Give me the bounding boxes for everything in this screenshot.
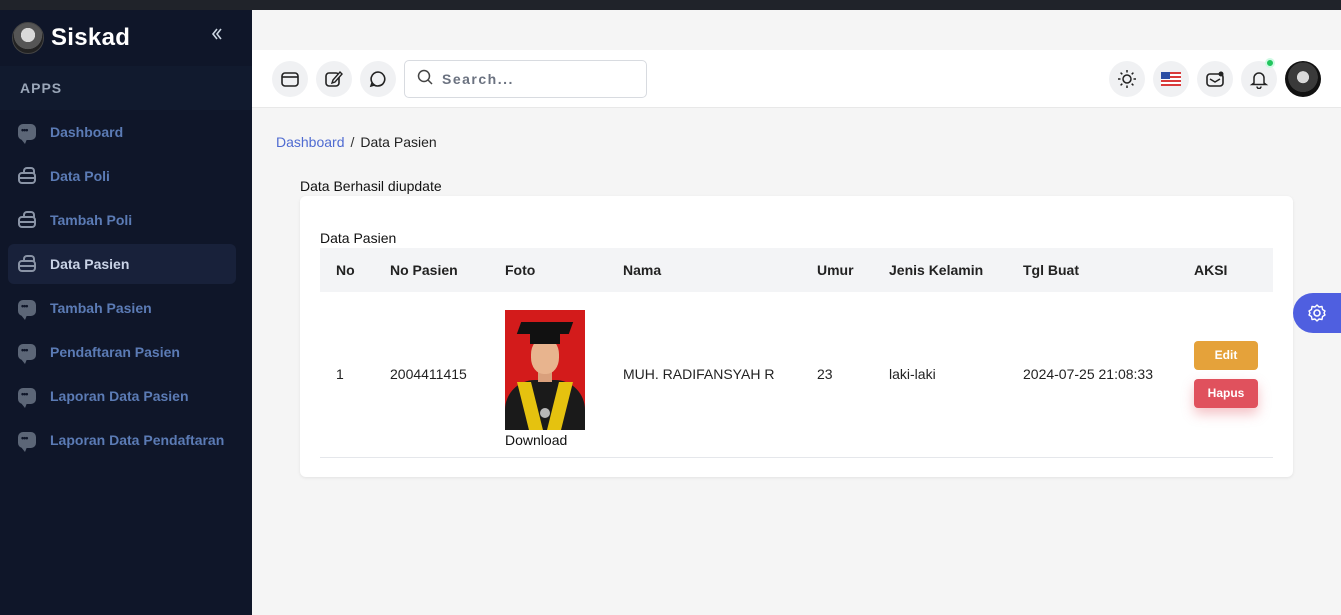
- sidebar-item-tambah-pasien[interactable]: Tambah Pasien: [8, 288, 236, 328]
- chat-icon: [18, 300, 36, 320]
- top-header: [252, 50, 1341, 108]
- sidebar-item-label: Data Pasien: [50, 256, 130, 272]
- settings-icon[interactable]: [1293, 293, 1341, 333]
- bell-icon[interactable]: [1241, 58, 1277, 97]
- shopping-bag-icon: [18, 167, 36, 184]
- table-row: 1 2004411415 Download MUH. RADIFANSYAH R…: [320, 292, 1273, 457]
- column-header: Nama: [623, 262, 662, 278]
- chat-icon: [18, 124, 36, 144]
- delete-button[interactable]: Hapus: [1194, 378, 1258, 408]
- column-header: Jenis Kelamin: [889, 262, 984, 278]
- download-photo-link[interactable]: Download: [505, 432, 607, 448]
- breadcrumb-separator: /: [350, 134, 355, 150]
- brand-logo: [12, 22, 44, 54]
- chat-icon: [18, 388, 36, 408]
- apps-section-label: APPS: [20, 80, 63, 96]
- brand[interactable]: Siskad: [12, 22, 130, 54]
- search-box[interactable]: [404, 60, 647, 98]
- window-top-strip: [0, 0, 1341, 10]
- edit-icon[interactable]: [316, 61, 352, 97]
- chevrons-left-icon[interactable]: [210, 26, 224, 46]
- breadcrumb-link-dashboard[interactable]: Dashboard: [276, 134, 345, 150]
- cell-no: 1: [336, 366, 344, 383]
- patient-table: No No Pasien Foto Nama Umur Jenis Kelami…: [320, 248, 1273, 458]
- sidebar-item-dashboard[interactable]: Dashboard: [8, 112, 236, 152]
- sidebar-item-data-poli[interactable]: Data Poli: [8, 156, 236, 196]
- notification-dot: [1265, 58, 1275, 68]
- sidebar: Siskad APPS Dashboard Data Poli Tambah P…: [0, 10, 252, 615]
- sidebar-item-label: Data Poli: [50, 168, 110, 184]
- cell-nama: MUH. RADIFANSYAH R: [623, 366, 775, 383]
- sidebar-item-pendaftaran-pasien[interactable]: Pendaftaran Pasien: [8, 332, 236, 372]
- column-header: AKSI: [1194, 262, 1228, 278]
- cell-foto: Download: [489, 292, 607, 457]
- breadcrumb-current: Data Pasien: [360, 134, 437, 150]
- calendar-icon[interactable]: [272, 61, 308, 97]
- sidebar-menu: Dashboard Data Poli Tambah Poli Data Pas…: [8, 112, 236, 464]
- brand-name: Siskad: [51, 24, 131, 51]
- sidebar-item-label: Dashboard: [50, 124, 124, 140]
- sidebar-item-label: Tambah Poli: [50, 212, 133, 228]
- chat-icon: [18, 432, 36, 452]
- table-header-row: No No Pasien Foto Nama Umur Jenis Kelami…: [320, 248, 1273, 292]
- mail-icon[interactable]: [1197, 61, 1233, 97]
- column-header: No: [336, 262, 355, 278]
- card-title: Data Pasien: [320, 230, 397, 246]
- cell-aksi: Edit Hapus: [1178, 292, 1273, 457]
- cell-tgl-buat: 2024-07-25 21:08:33: [1023, 366, 1153, 383]
- sun-icon[interactable]: [1109, 61, 1145, 97]
- sidebar-item-label: Laporan Data Pasien: [50, 388, 189, 404]
- sidebar-item-laporan-data-pendaftaran[interactable]: Laporan Data Pendaftaran: [8, 420, 236, 460]
- cell-jenis-kelamin: laki-laki: [889, 366, 936, 383]
- column-header: Umur: [817, 262, 854, 278]
- patient-data-card: Data Pasien No No Pasien Foto Nama Umur …: [300, 196, 1293, 477]
- column-header: Tgl Buat: [1023, 262, 1079, 278]
- column-header: Foto: [505, 262, 536, 278]
- breadcrumb: Dashboard / Data Pasien: [276, 134, 437, 150]
- search-icon: [417, 69, 433, 90]
- sidebar-item-label: Tambah Pasien: [50, 300, 152, 316]
- chat-icon: [18, 344, 36, 364]
- success-message: Data Berhasil diupdate: [300, 178, 442, 194]
- shopping-bag-icon: [18, 211, 36, 228]
- cell-umur: 23: [817, 366, 833, 383]
- sidebar-item-laporan-data-pasien[interactable]: Laporan Data Pasien: [8, 376, 236, 416]
- sidebar-item-data-pasien[interactable]: Data Pasien: [8, 244, 236, 284]
- sidebar-item-tambah-poli[interactable]: Tambah Poli: [8, 200, 236, 240]
- sidebar-item-label: Laporan Data Pendaftaran: [50, 432, 225, 448]
- sidebar-item-label: Pendaftaran Pasien: [50, 344, 180, 360]
- cell-no-pasien: 2004411415: [390, 366, 467, 383]
- user-avatar[interactable]: [1285, 61, 1321, 97]
- column-header: No Pasien: [390, 262, 458, 278]
- message-circle-icon[interactable]: [360, 61, 396, 97]
- shopping-bag-icon: [18, 255, 36, 272]
- edit-button[interactable]: Edit: [1194, 340, 1258, 370]
- search-input[interactable]: [442, 71, 632, 87]
- us-flag-icon[interactable]: [1153, 61, 1189, 97]
- patient-photo: [505, 310, 585, 431]
